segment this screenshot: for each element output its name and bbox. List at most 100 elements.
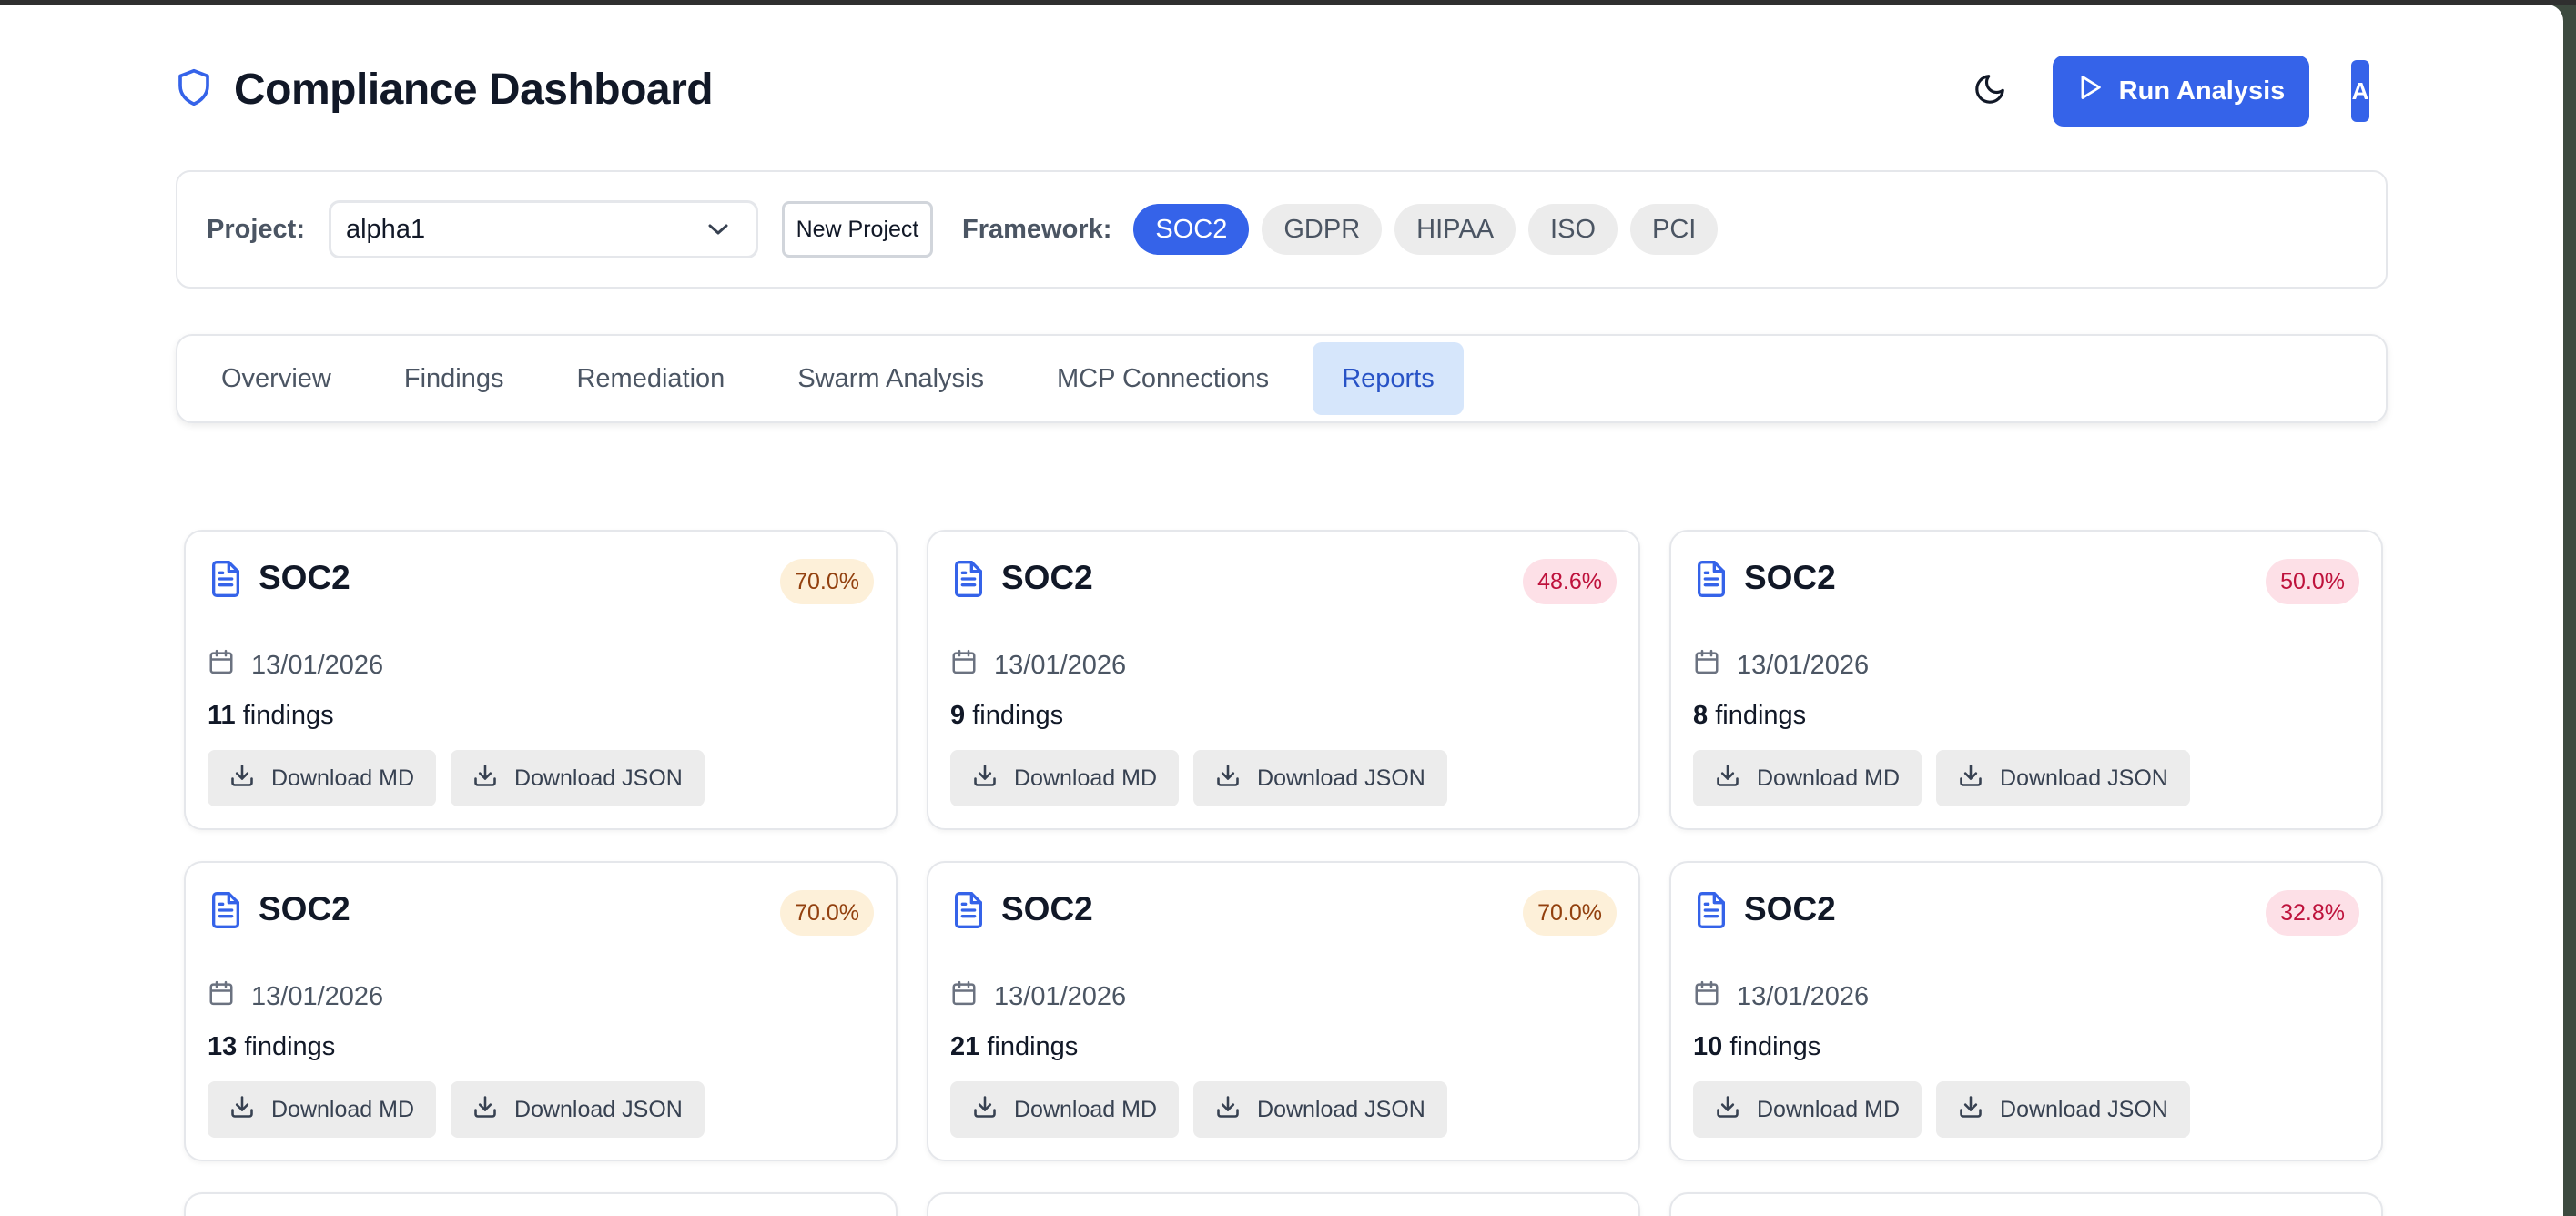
download-json-button[interactable]: Download JSON — [1936, 750, 2190, 806]
findings-count: 10 findings — [1693, 1032, 1820, 1062]
findings-count: 8 findings — [1693, 701, 1806, 731]
score-badge: 70.0% — [1523, 890, 1617, 936]
theme-toggle-button[interactable] — [1958, 59, 2022, 123]
moon-icon — [1973, 72, 2007, 111]
report-framework: SOC2 — [259, 890, 350, 927]
report-actions: Download MD Download JSON — [208, 1081, 705, 1138]
report-date-row: 13/01/2026 — [1693, 648, 1869, 683]
framework-chip-iso[interactable]: ISO — [1528, 204, 1618, 255]
findings-count: 11 findings — [208, 701, 334, 731]
tab-mcp-connections[interactable]: MCP Connections — [1028, 342, 1298, 415]
findings-suffix: findings — [1708, 701, 1807, 730]
report-date: 13/01/2026 — [994, 650, 1127, 680]
tab-findings[interactable]: Findings — [375, 342, 533, 415]
download-icon — [1215, 1094, 1241, 1126]
report-date-row: 13/01/2026 — [950, 648, 1126, 683]
report-card-partial — [1669, 1192, 2383, 1216]
download-json-button[interactable]: Download JSON — [1193, 750, 1447, 806]
download-json-label: Download JSON — [2000, 765, 2168, 791]
download-md-button[interactable]: Download MD — [950, 750, 1180, 806]
score-badge: 32.8% — [2266, 890, 2359, 936]
tab-bar: Overview Findings Remediation Swarm Anal… — [176, 334, 2388, 423]
findings-suffix: findings — [965, 701, 1064, 730]
findings-suffix: findings — [235, 701, 334, 730]
shield-icon — [176, 67, 212, 112]
filter-panel: Project: alpha1 New Project Framework: S… — [176, 170, 2388, 289]
calendar-icon — [950, 648, 978, 683]
framework-chip-soc2[interactable]: SOC2 — [1133, 204, 1250, 255]
report-card-partial — [184, 1192, 898, 1216]
document-icon — [1693, 890, 1729, 935]
project-select[interactable]: alpha1 — [328, 200, 758, 258]
findings-suffix: findings — [237, 1032, 336, 1061]
report-card: SOC2 50.0% 13/01/2026 8 findings Downloa… — [1669, 530, 2383, 830]
report-actions: Download MD Download JSON — [1693, 1081, 2190, 1138]
download-md-button[interactable]: Download MD — [208, 750, 437, 806]
report-card: SOC2 32.8% 13/01/2026 10 findings Downlo… — [1669, 861, 2383, 1161]
download-md-label: Download MD — [1014, 765, 1158, 791]
download-json-label: Download JSON — [514, 765, 683, 791]
report-date-row: 13/01/2026 — [1693, 979, 1869, 1014]
framework-label: Framework: — [961, 214, 1112, 244]
report-card-partial — [927, 1192, 1640, 1216]
download-md-button[interactable]: Download MD — [208, 1081, 437, 1138]
findings-number: 10 — [1693, 1032, 1723, 1061]
report-actions: Download MD Download JSON — [950, 1081, 1447, 1138]
header: Compliance Dashboard Run Analysis A — [176, 56, 2369, 127]
download-md-button[interactable]: Download MD — [1693, 1081, 1922, 1138]
tab-swarm-analysis[interactable]: Swarm Analysis — [768, 342, 1013, 415]
findings-suffix: findings — [1722, 1032, 1821, 1061]
run-analysis-button[interactable]: Run Analysis — [2053, 56, 2309, 127]
download-icon — [472, 763, 498, 795]
project-select-value: alpha1 — [345, 214, 426, 244]
download-json-label: Download JSON — [1257, 765, 1425, 791]
score-badge: 70.0% — [780, 559, 874, 604]
play-icon — [2077, 74, 2103, 108]
score-badge: 48.6% — [1523, 559, 1617, 604]
document-icon — [208, 559, 244, 603]
download-icon — [1715, 1094, 1740, 1126]
framework-chip-pci[interactable]: PCI — [1630, 204, 1719, 255]
report-framework: SOC2 — [1744, 890, 1836, 927]
document-icon — [1693, 559, 1729, 603]
download-icon — [1215, 763, 1241, 795]
app-window: Compliance Dashboard Run Analysis A Proj… — [0, 5, 2563, 1216]
download-json-button[interactable]: Download JSON — [1936, 1081, 2190, 1138]
download-json-button[interactable]: Download JSON — [451, 750, 705, 806]
calendar-icon — [1693, 979, 1720, 1014]
report-framework: SOC2 — [1001, 890, 1093, 927]
download-md-label: Download MD — [271, 1096, 415, 1122]
download-icon — [229, 763, 255, 795]
download-json-label: Download JSON — [2000, 1096, 2168, 1122]
calendar-icon — [208, 648, 235, 683]
download-icon — [972, 763, 998, 795]
framework-chip-hipaa[interactable]: HIPAA — [1394, 204, 1516, 255]
findings-count: 21 findings — [950, 1032, 1078, 1062]
findings-number: 21 — [950, 1032, 980, 1061]
findings-count: 9 findings — [950, 701, 1063, 731]
download-md-button[interactable]: Download MD — [1693, 750, 1922, 806]
download-md-label: Download MD — [1757, 765, 1901, 791]
report-date: 13/01/2026 — [251, 650, 384, 680]
download-json-button[interactable]: Download JSON — [451, 1081, 705, 1138]
download-icon — [1958, 1094, 1983, 1126]
tab-overview[interactable]: Overview — [192, 342, 360, 415]
download-icon — [472, 1094, 498, 1126]
report-actions: Download MD Download JSON — [1693, 750, 2190, 806]
new-project-button[interactable]: New Project — [781, 201, 933, 258]
calendar-icon — [950, 979, 978, 1014]
download-md-button[interactable]: Download MD — [950, 1081, 1180, 1138]
report-date: 13/01/2026 — [1737, 981, 1870, 1011]
findings-number: 11 — [208, 701, 236, 730]
framework-chip-gdpr[interactable]: GDPR — [1262, 204, 1383, 255]
report-date-row: 13/01/2026 — [208, 979, 383, 1014]
tab-remediation[interactable]: Remediation — [547, 342, 754, 415]
report-date-row: 13/01/2026 — [950, 979, 1126, 1014]
calendar-icon — [1693, 648, 1720, 683]
download-icon — [1715, 763, 1740, 795]
project-label: Project: — [207, 214, 305, 244]
tab-reports[interactable]: Reports — [1313, 342, 1464, 415]
download-json-button[interactable]: Download JSON — [1193, 1081, 1447, 1138]
report-date-row: 13/01/2026 — [208, 648, 383, 683]
avatar[interactable]: A — [2351, 60, 2369, 122]
